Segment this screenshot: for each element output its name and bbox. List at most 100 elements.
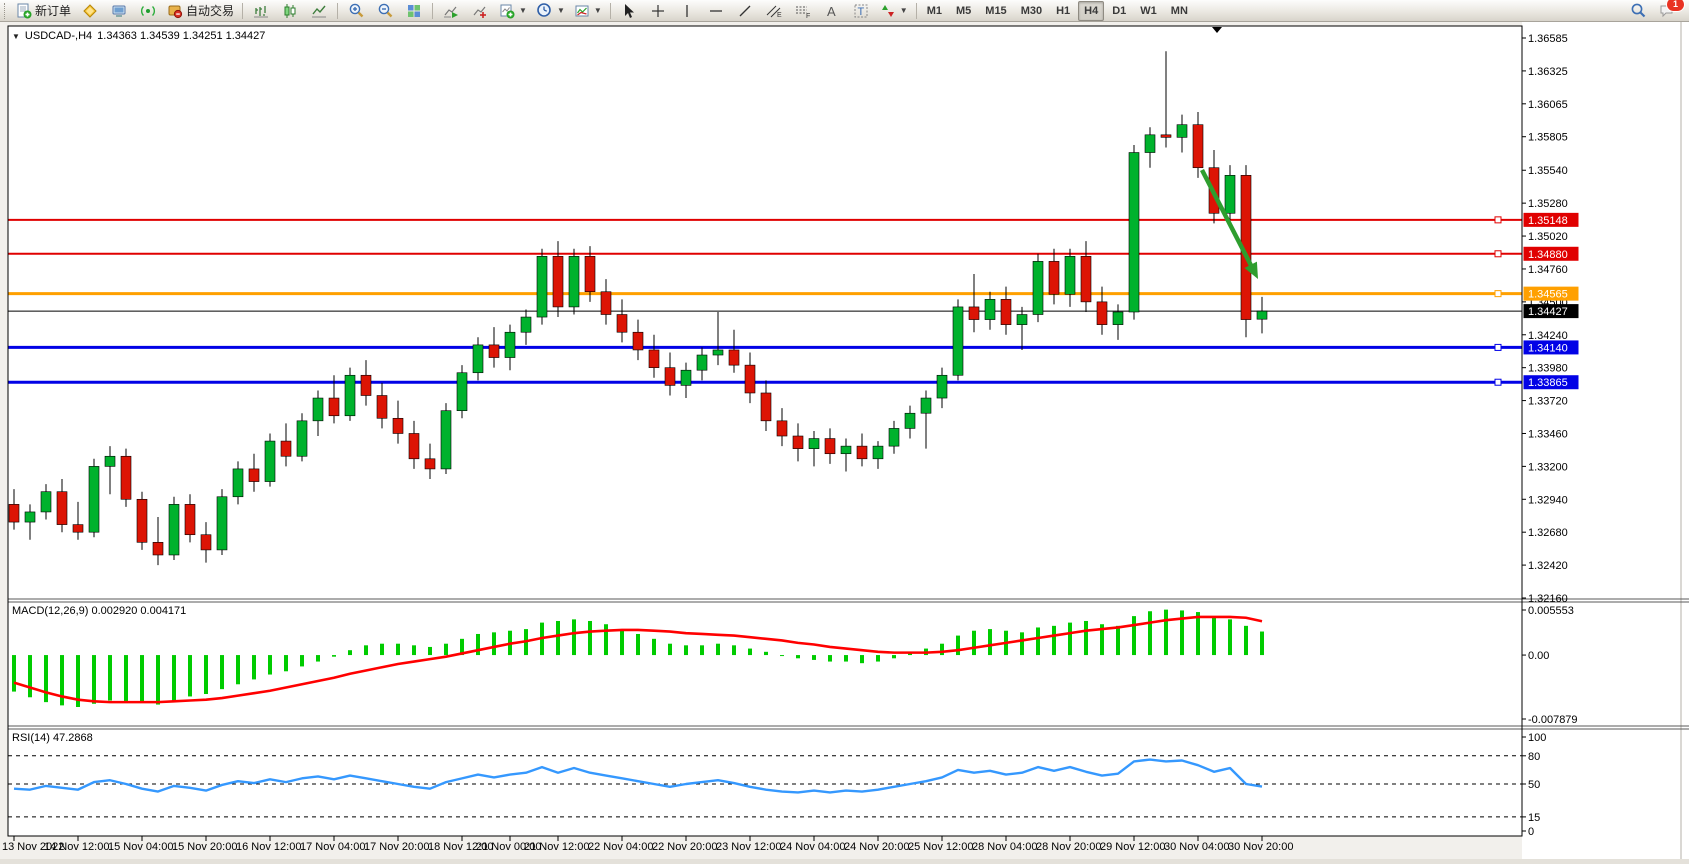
bear-candle [777,421,787,436]
timeframe-D1[interactable]: D1 [1106,1,1132,21]
periods-button[interactable]: ▼ [532,0,569,22]
macd-histogram-bar [1196,612,1200,655]
macd-histogram-bar [732,645,736,655]
market-watch-button[interactable] [76,0,104,22]
bear-candle [121,456,131,499]
signals-button[interactable] [134,0,162,22]
search-button[interactable] [1624,0,1652,22]
level-price-text: 1.34140 [1528,342,1568,354]
timeframe-W1[interactable]: W1 [1134,1,1163,21]
bear-candle [969,307,979,320]
timeframe-H1[interactable]: H1 [1050,1,1076,21]
vertical-line-tool-button[interactable] [673,0,701,22]
trendline-tool-button[interactable] [731,0,759,22]
level-handle[interactable] [1495,251,1501,257]
macd-histogram-bar [236,655,240,684]
horizontal-line-tool-button[interactable] [702,0,730,22]
new-chart-icon [499,3,515,19]
bear-candle [1193,125,1203,168]
time-tick-label: 25 Nov 12:00 [908,841,973,853]
channel-tool-button[interactable]: E [760,0,788,22]
level-handle[interactable] [1495,217,1501,223]
macd-histogram-bar [412,645,416,655]
bull-candle [1129,153,1139,312]
bull-candle [921,398,931,413]
bull-candle [937,375,947,398]
macd-histogram-bar [1148,611,1152,655]
macd-tick-label: -0.007879 [1528,714,1578,726]
text-tool-button[interactable]: A [818,0,846,22]
macd-histogram-bar [860,655,864,663]
chart-shift-button[interactable] [466,0,494,22]
macd-histogram-bar [668,644,672,655]
timeframe-M15[interactable]: M15 [979,1,1012,21]
level-handle[interactable] [1495,379,1501,385]
bull-candle [889,428,899,446]
terminal-button[interactable] [105,0,133,22]
time-tick-label: 24 Nov 04:00 [780,841,845,853]
timeframe-M1[interactable]: M1 [921,1,948,21]
bear-candle [617,315,627,333]
notification-badge: 1 [1666,0,1685,12]
timeframe-MN[interactable]: MN [1165,1,1194,21]
bear-candle [185,504,195,534]
new-chart-button[interactable]: ▼ [495,0,531,22]
crosshair-tool-button[interactable] [644,0,672,22]
bear-candle [1001,299,1011,324]
fibonacci-tool-button[interactable]: F [789,0,817,22]
symbol-dropdown-icon[interactable]: ▼ [12,32,20,41]
timeframe-M30[interactable]: M30 [1015,1,1048,21]
text-label-icon: T [853,3,869,19]
strategy-test-button[interactable] [437,0,465,22]
symbol-label: USDCAD-,H4 [25,30,92,42]
bull-candle [169,504,179,555]
level-price-text: 1.35148 [1528,215,1568,227]
macd-histogram-bar [300,655,304,666]
timeframe-H4[interactable]: H4 [1078,1,1104,21]
macd-histogram-bar [972,631,976,655]
zoom-out-button[interactable] [371,0,399,22]
zoom-in-button[interactable] [342,0,370,22]
text-label-tool-button[interactable]: T [847,0,875,22]
level-handle[interactable] [1495,344,1501,350]
auto-trading-label: 自动交易 [186,2,234,19]
level-handle[interactable] [1495,291,1501,297]
bear-candle [393,418,403,433]
macd-tick-label: 0.00 [1528,650,1549,662]
macd-histogram-bar [716,644,720,655]
line-chart-mode-button[interactable] [305,0,333,22]
macd-histogram-bar [1036,627,1040,655]
svg-text:A: A [827,4,836,19]
svg-text:E: E [777,12,782,19]
bull-candle [505,332,515,357]
level-price-text: 1.34565 [1528,289,1568,301]
new-order-icon [16,3,32,19]
bear-candle [585,256,595,291]
macd-histogram-bar [364,645,368,655]
chart-play-icon [443,3,459,19]
candlestick-mode-button[interactable] [276,0,304,22]
notifications-button[interactable]: 1 [1653,0,1681,22]
bear-candle [793,436,803,449]
bull-candle [105,456,115,466]
timeframe-M5[interactable]: M5 [950,1,977,21]
bar-chart-mode-button[interactable] [247,0,275,22]
bull-candle [697,355,707,370]
new-order-button[interactable]: 新订单 [12,0,75,22]
price-tick-label: 1.35540 [1528,165,1568,177]
bear-candle [73,525,83,533]
chart-area[interactable]: 1.365851.363251.360651.358051.355401.352… [0,0,1689,864]
auto-trading-button[interactable]: 自动交易 [163,0,238,22]
arrows-tool-button[interactable]: ▼ [876,0,912,22]
macd-histogram-bar [444,644,448,655]
tile-windows-button[interactable] [400,0,428,22]
toolbar-separator [242,3,243,19]
macd-histogram-bar [1068,623,1072,655]
macd-histogram-bar [220,655,224,689]
bull-candle [1145,135,1155,153]
bull-candle [313,398,323,421]
cursor-tool-button[interactable] [615,0,643,22]
macd-histogram-bar [876,655,880,661]
template-button[interactable]: ▼ [570,0,606,22]
time-tick-label: 28 Nov 20:00 [1036,841,1101,853]
